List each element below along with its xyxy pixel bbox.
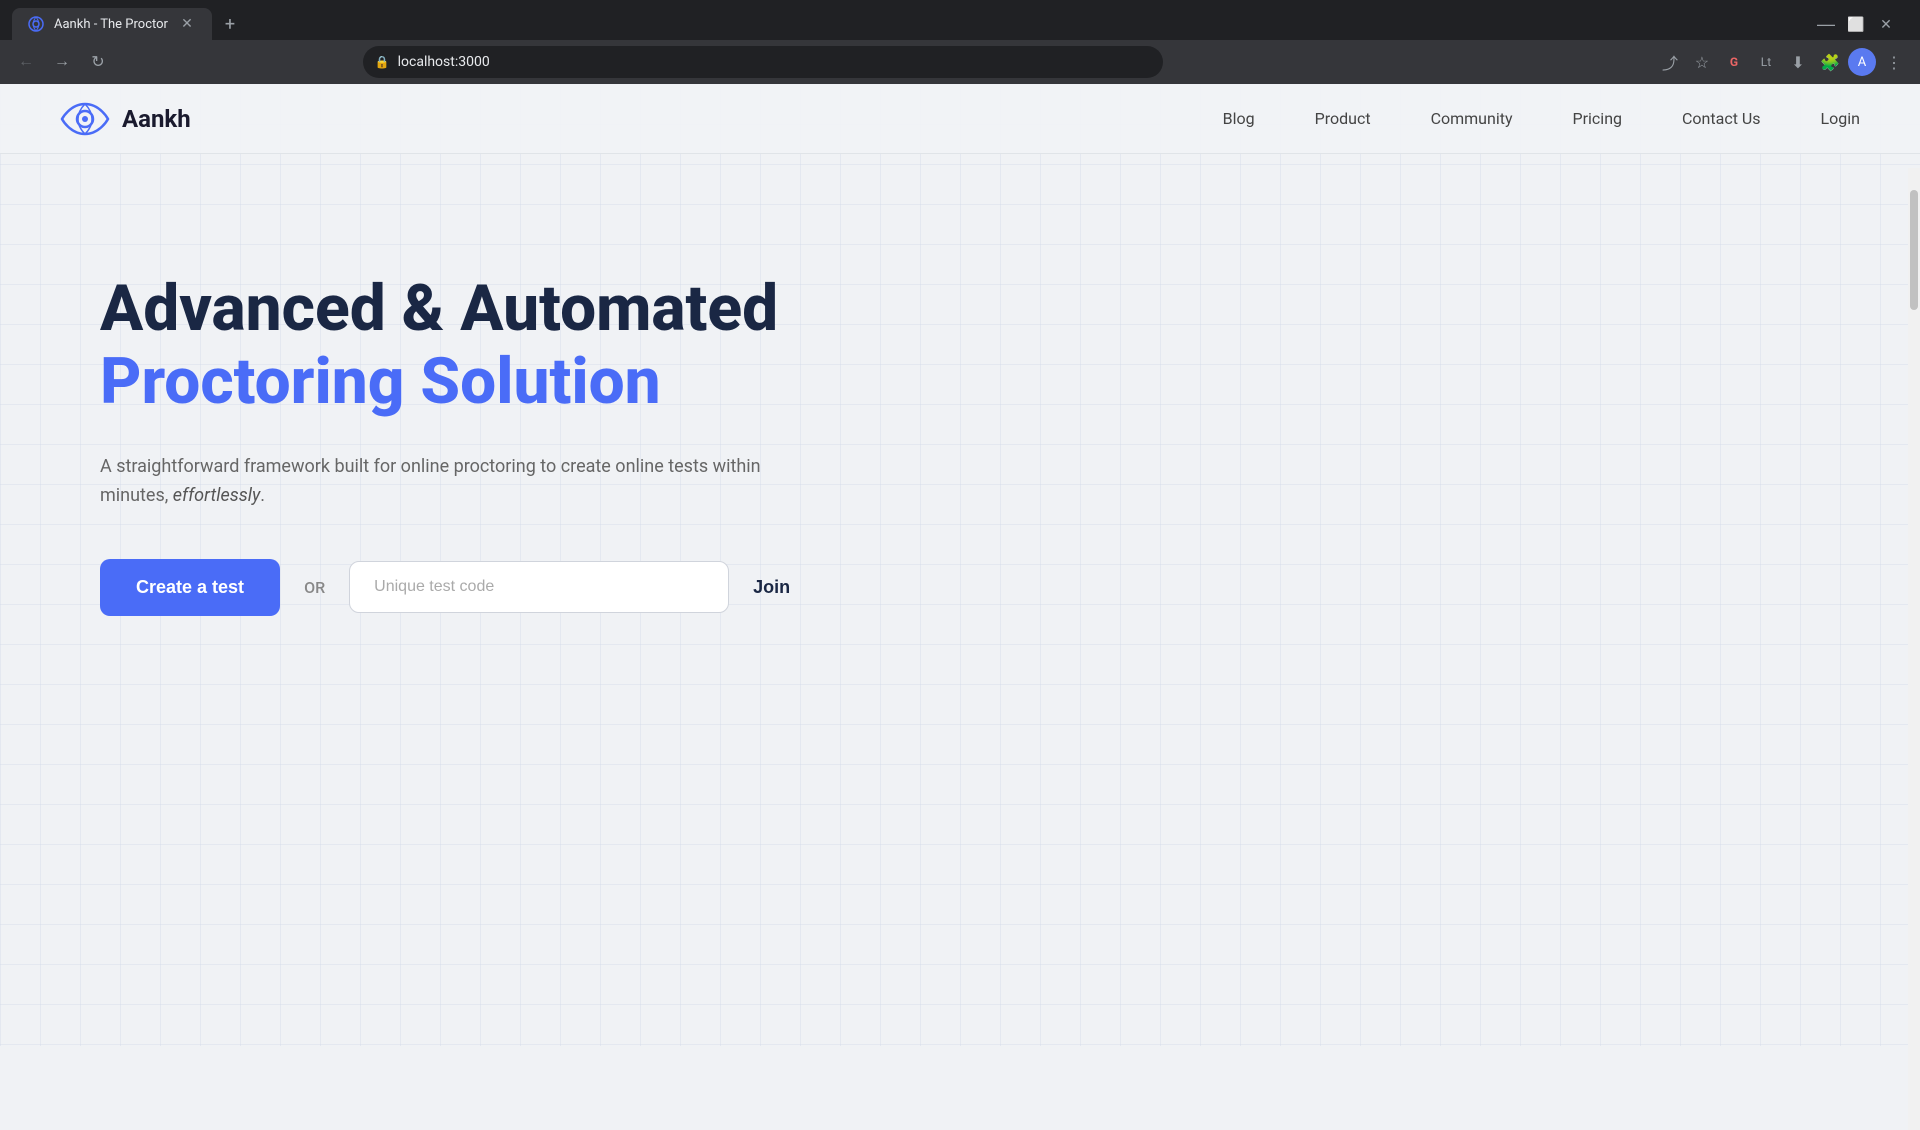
extensions-icon[interactable]: 🧩 [1816,48,1844,76]
reload-button[interactable]: ↻ [84,48,112,76]
join-button[interactable]: Join [753,577,790,598]
tab-title: Aankh - The Proctor [54,17,168,32]
logo-area[interactable]: Aankh [60,94,191,144]
browser-toolbar: ← → ↻ 🔒 localhost:3000 ⤴ ☆ G Lt ⬇ 🧩 A ⋮ [0,40,1920,84]
window-minimize-button[interactable]: — [1812,10,1840,38]
downloads-icon[interactable]: ⬇ [1784,48,1812,76]
hero-title-line1: Advanced & Automated [100,274,800,344]
hero-description: A straightforward framework built for on… [100,453,780,511]
scrollbar-thumb[interactable] [1910,190,1918,310]
navbar: Aankh Blog Product Community Pricing Con… [0,84,1920,154]
nav-item-community[interactable]: Community [1431,109,1513,128]
secure-icon: 🔒 [375,55,390,69]
logo-icon [60,94,110,144]
window-maximize-button[interactable]: ⬜ [1842,10,1870,38]
extension-icon-1[interactable]: Lt [1752,48,1780,76]
browser-title-bar: Aankh - The Proctor ✕ + — ⬜ ✕ [0,0,1920,40]
window-close-button[interactable]: ✕ [1872,10,1900,38]
webpage: Aankh Blog Product Community Pricing Con… [0,84,1920,1046]
hero-section: Advanced & Automated Proctoring Solution… [0,154,900,696]
tab-close-button[interactable]: ✕ [178,15,196,33]
hero-title-line2: Proctoring Solution [100,344,800,421]
nav-item-blog[interactable]: Blog [1223,109,1255,128]
hero-description-italic: effortlessly [173,485,260,506]
hero-title: Advanced & Automated Proctoring Solution [100,274,800,421]
nav-links: Blog Product Community Pricing Contact U… [1223,109,1860,128]
create-test-button[interactable]: Create a test [100,559,280,616]
grammarly-icon[interactable]: G [1720,48,1748,76]
back-button[interactable]: ← [12,48,40,76]
test-code-input[interactable] [349,561,729,613]
tab-favicon [28,16,44,32]
nav-item-login[interactable]: Login [1821,109,1860,128]
logo-text: Aankh [122,105,191,133]
profile-icon[interactable]: A [1848,48,1876,76]
webpage-wrapper: Aankh Blog Product Community Pricing Con… [0,84,1920,1046]
or-divider: OR [304,578,325,597]
browser-tab-active[interactable]: Aankh - The Proctor ✕ [12,8,212,40]
new-tab-button[interactable]: + [216,10,244,38]
bookmark-icon[interactable]: ☆ [1688,48,1716,76]
browser-action-buttons: ⤴ ☆ G Lt ⬇ 🧩 A ⋮ [1656,48,1908,76]
url-display: localhost:3000 [398,54,490,70]
forward-button[interactable]: → [48,48,76,76]
nav-item-pricing[interactable]: Pricing [1573,109,1623,128]
nav-item-product[interactable]: Product [1315,109,1371,128]
hero-actions: Create a test OR Join [100,559,800,616]
nav-item-contact[interactable]: Contact Us [1682,109,1761,128]
hero-description-end: . [260,485,265,506]
menu-icon[interactable]: ⋮ [1880,48,1908,76]
browser-chrome: Aankh - The Proctor ✕ + — ⬜ ✕ ← → ↻ 🔒 lo… [0,0,1920,84]
scrollbar[interactable] [1908,168,1920,1130]
share-icon[interactable]: ⤴ [1656,48,1684,76]
address-bar[interactable]: 🔒 localhost:3000 [363,46,1163,78]
